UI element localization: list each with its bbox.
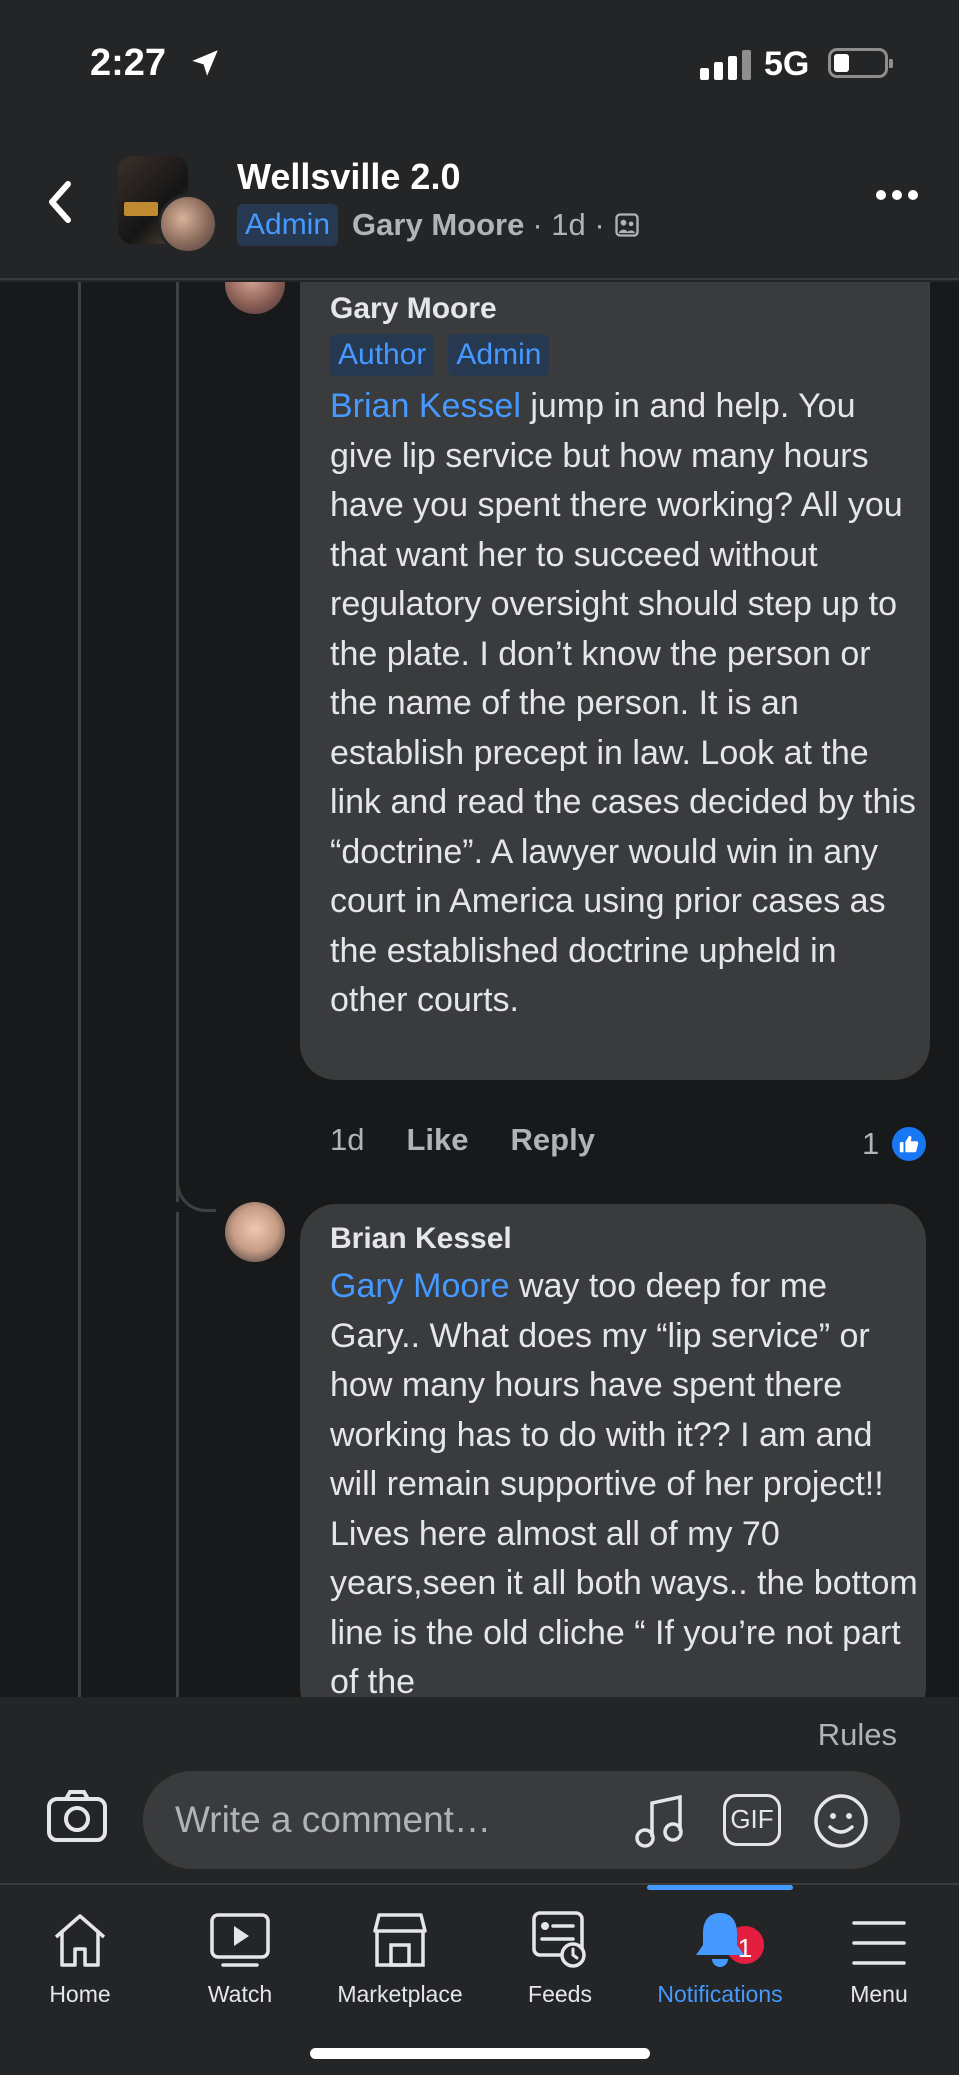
tab-label: Home xyxy=(49,1981,111,2007)
admin-badge: Admin xyxy=(448,334,550,376)
avatar[interactable] xyxy=(225,282,285,314)
location-arrow-icon xyxy=(192,50,218,76)
comment-body: jump in and help. You give lip service b… xyxy=(330,387,916,1019)
tab-marketplace[interactable]: Marketplace 1 xyxy=(320,1909,767,2008)
group-header: Wellsville 2.0 Admin Gary Moore · 1d · xyxy=(0,130,959,280)
tab-feeds[interactable]: Feeds xyxy=(480,1909,640,2008)
status-bar: 2:27 5G xyxy=(0,0,959,130)
comment-text: Brian Kessel jump in and help. You give … xyxy=(330,382,920,1026)
signal-icon xyxy=(700,50,751,80)
tab-label: Watch xyxy=(207,1981,273,2007)
rules-link[interactable]: Rules xyxy=(818,1717,897,1753)
watch-icon xyxy=(210,1913,270,1967)
comment-bubble[interactable]: Brian Kessel Gary Moore way too deep for… xyxy=(300,1204,926,1697)
comment-input[interactable]: Write a comment… GIF xyxy=(143,1771,900,1869)
tab-label: Notifications xyxy=(657,1981,783,2007)
admin-badge: Admin xyxy=(237,204,339,246)
network-type: 5G xyxy=(764,45,810,83)
comment-bubble[interactable]: Gary Moore Author Admin Brian Kessel jum… xyxy=(300,282,930,1080)
clock: 2:27 xyxy=(90,42,167,84)
comment-tags: Author Admin xyxy=(330,334,550,376)
comment-composer: Rules Write a comment… GIF xyxy=(0,1697,959,1883)
post-time: · 1d · xyxy=(532,207,605,242)
home-icon xyxy=(54,1914,106,1967)
comment-author[interactable]: Gary Moore xyxy=(330,292,497,326)
post-author[interactable]: Gary Moore xyxy=(352,207,524,243)
comment-actions: 1d Like Reply xyxy=(330,1122,595,1158)
feeds-icon xyxy=(532,1911,586,1968)
battery-icon xyxy=(828,48,893,78)
comment-placeholder: Write a comment… xyxy=(175,1799,491,1840)
thread-line xyxy=(176,1212,179,1697)
tab-menu[interactable]: Menu xyxy=(799,1909,959,2008)
emoji-icon[interactable] xyxy=(813,1793,869,1849)
mention-link[interactable]: Brian Kessel xyxy=(330,387,521,425)
reply-button[interactable]: Reply xyxy=(511,1122,595,1158)
thread-line xyxy=(176,282,179,1202)
comment-body: way too deep for me Gary.. What does my … xyxy=(330,1267,918,1697)
thread-line xyxy=(78,282,81,1697)
reaction-count[interactable]: 1 xyxy=(862,1124,930,1164)
bottom-tab-bar: Home Watch Marketplace 1 Feeds Notificat… xyxy=(0,1883,959,2075)
group-title[interactable]: Wellsville 2.0 xyxy=(237,156,460,198)
bell-icon xyxy=(696,1913,744,1967)
avatar[interactable] xyxy=(225,1202,285,1262)
tab-notifications[interactable]: Notifications xyxy=(640,1909,800,2008)
tab-watch[interactable]: Watch xyxy=(160,1909,320,2008)
group-avatar[interactable] xyxy=(118,156,218,254)
comment-thread[interactable]: Gary Moore Author Admin Brian Kessel jum… xyxy=(0,282,959,1697)
post-meta: Admin Gary Moore · 1d · xyxy=(237,204,641,246)
author-badge: Author xyxy=(330,334,435,376)
thread-connector xyxy=(176,1162,216,1212)
camera-icon[interactable] xyxy=(46,1789,108,1843)
tab-label: Feeds xyxy=(528,1981,592,2007)
comment-text: Gary Moore way too deep for me Gary.. Wh… xyxy=(330,1262,920,1697)
active-tab-indicator xyxy=(647,1885,793,1890)
tab-label: Menu xyxy=(850,1981,908,2007)
comment-author[interactable]: Brian Kessel xyxy=(330,1222,512,1256)
back-icon[interactable] xyxy=(40,172,80,232)
music-icon[interactable] xyxy=(633,1793,687,1849)
tab-home[interactable]: Home xyxy=(0,1909,160,2008)
gif-icon[interactable]: GIF xyxy=(723,1794,781,1846)
group-audience-icon xyxy=(615,213,639,237)
like-button[interactable]: Like xyxy=(406,1122,468,1158)
tab-label: Marketplace xyxy=(337,1981,463,2007)
menu-icon xyxy=(852,1921,906,1965)
mention-link[interactable]: Gary Moore xyxy=(330,1267,510,1305)
comment-time: 1d xyxy=(330,1122,365,1157)
thumbs-up-icon xyxy=(889,1124,930,1164)
home-indicator[interactable] xyxy=(310,2048,650,2059)
marketplace-icon xyxy=(373,1913,427,1967)
like-count: 1 xyxy=(862,1126,880,1161)
more-options-icon[interactable] xyxy=(876,190,918,200)
